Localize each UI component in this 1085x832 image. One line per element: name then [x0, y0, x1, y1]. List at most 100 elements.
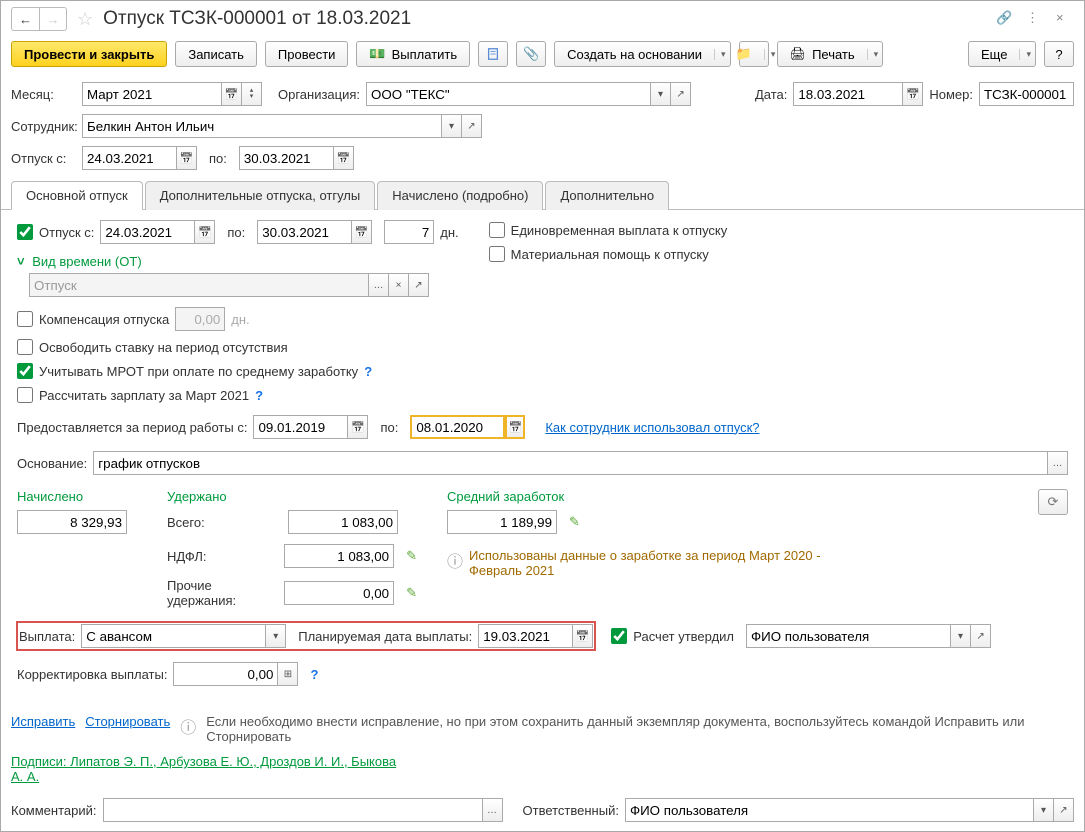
date-calendar-button[interactable] [903, 82, 923, 106]
compensation-days-unit: дн. [231, 312, 249, 327]
calc-salary-help-icon[interactable]: ? [255, 388, 263, 403]
number-input[interactable] [979, 82, 1074, 106]
tab-main-vacation[interactable]: Основной отпуск [11, 181, 143, 210]
kebab-menu-icon[interactable]: ⋮ [1026, 10, 1044, 28]
tab-accrued-detailed[interactable]: Начислено (подробно) [377, 181, 543, 210]
planned-date-cal[interactable] [573, 624, 593, 648]
favorite-star-icon[interactable]: ☆ [77, 9, 93, 30]
month-input[interactable] [82, 82, 222, 106]
tab-additional[interactable]: Дополнительно [545, 181, 669, 210]
close-icon[interactable]: × [1056, 10, 1074, 28]
storno-link[interactable]: Сторнировать [85, 714, 170, 729]
free-rate-checkbox[interactable] [17, 339, 33, 355]
approver-input[interactable] [746, 624, 951, 648]
fix-link[interactable]: Исправить [11, 714, 75, 729]
attachment-icon-button[interactable]: 📎 [516, 41, 546, 67]
link-icon[interactable]: 🔗 [996, 10, 1014, 28]
time-kind-select-button[interactable]: … [369, 273, 389, 297]
ndfl-edit-icon[interactable] [406, 548, 417, 564]
vac-from-calendar-button[interactable] [177, 146, 197, 170]
main-vac-from-input[interactable] [100, 220, 195, 244]
payout-correction-help[interactable]: ? [310, 667, 318, 682]
org-dropdown-button[interactable]: ▾ [651, 82, 671, 106]
material-help-checkbox[interactable] [489, 246, 505, 262]
avg-earnings-input[interactable] [447, 510, 557, 534]
basis-select-button[interactable]: … [1048, 451, 1068, 475]
onetime-payment-checkbox[interactable] [489, 222, 505, 238]
vac-to-calendar-button[interactable] [334, 146, 354, 170]
responsible-open[interactable]: ↗ [1054, 798, 1074, 822]
help-button[interactable]: ? [1044, 41, 1074, 67]
period-from-input[interactable] [253, 415, 348, 439]
responsible-dropdown[interactable]: ▾ [1034, 798, 1054, 822]
withheld-total-input[interactable] [288, 510, 398, 534]
main-vac-from-cal[interactable] [195, 220, 215, 244]
print-button[interactable]: 🖨Печать [777, 41, 884, 67]
document-icon-button[interactable] [478, 41, 508, 67]
withheld-total-label: Всего: [167, 515, 282, 530]
responsible-input[interactable] [625, 798, 1034, 822]
ndfl-label: НДФЛ: [167, 549, 278, 564]
calc-approved-checkbox[interactable] [611, 628, 627, 644]
employee-dropdown-button[interactable]: ▾ [442, 114, 462, 138]
payout-correction-input[interactable] [173, 662, 278, 686]
basis-input[interactable] [93, 451, 1048, 475]
other-edit-icon[interactable] [406, 585, 417, 601]
save-button[interactable]: Записать [175, 41, 257, 67]
org-open-button[interactable]: ↗ [671, 82, 691, 106]
approver-open[interactable]: ↗ [971, 624, 991, 648]
post-and-close-button[interactable]: Провести и закрыть [11, 41, 167, 67]
period-from-cal[interactable] [348, 415, 368, 439]
avg-edit-icon[interactable] [569, 514, 580, 530]
calc-approved-label: Расчет утвердил [633, 629, 734, 644]
days-input[interactable] [384, 220, 434, 244]
date-input[interactable] [793, 82, 903, 106]
time-kind-open-button[interactable]: ↗ [409, 273, 429, 297]
pay-button[interactable]: 💵Выплатить [356, 41, 470, 67]
period-to-input[interactable] [410, 415, 505, 439]
planned-date-input[interactable] [478, 624, 573, 648]
compensation-days-input[interactable] [175, 307, 225, 331]
nav-back-button[interactable]: ← [11, 7, 39, 31]
payout-correction-calc-button[interactable]: ⊞ [278, 662, 298, 686]
month-calendar-button[interactable] [222, 82, 242, 106]
ndfl-input[interactable] [284, 544, 394, 568]
mrot-checkbox[interactable] [17, 363, 33, 379]
vac-from-input[interactable] [82, 146, 177, 170]
payout-mode-input[interactable] [81, 624, 266, 648]
time-kind-input[interactable] [29, 273, 369, 297]
calc-salary-checkbox[interactable] [17, 387, 33, 403]
refresh-button[interactable] [1038, 489, 1068, 515]
comment-input[interactable] [103, 798, 483, 822]
tab-additional-vacations[interactable]: Дополнительные отпуска, отгулы [145, 181, 376, 210]
calc-salary-label: Рассчитать зарплату за Март 2021 [39, 388, 249, 403]
post-button[interactable]: Провести [265, 41, 349, 67]
period-to-cal[interactable] [505, 415, 525, 439]
vacation-checkbox[interactable] [17, 224, 33, 240]
vac-to-input[interactable] [239, 146, 334, 170]
work-period-label: Предоставляется за период работы с: [17, 420, 247, 435]
payout-mode-dropdown[interactable]: ▾ [266, 624, 286, 648]
number-label: Номер: [929, 87, 973, 102]
org-input[interactable] [366, 82, 651, 106]
employee-open-button[interactable]: ↗ [462, 114, 482, 138]
nav-forward-button[interactable]: → [39, 7, 67, 31]
folder-action-button[interactable]: 📁 [739, 41, 769, 67]
approver-dropdown[interactable]: ▾ [951, 624, 971, 648]
signatures-link[interactable]: Подписи: Липатов Э. П., Арбузова Е. Ю., … [11, 754, 411, 784]
compensation-checkbox[interactable] [17, 311, 33, 327]
time-kind-toggle[interactable]: Вид времени (ОТ) [17, 250, 459, 273]
onetime-payment-label: Единовременная выплата к отпуску [511, 223, 728, 238]
comment-select-button[interactable]: … [483, 798, 503, 822]
how-used-link[interactable]: Как сотрудник использовал отпуск? [545, 420, 759, 435]
month-spinner-button[interactable]: ▴▾ [242, 82, 262, 106]
time-kind-clear-button[interactable]: × [389, 273, 409, 297]
main-vac-to-cal[interactable] [352, 220, 372, 244]
main-vac-to-input[interactable] [257, 220, 352, 244]
mrot-help-icon[interactable]: ? [364, 364, 372, 379]
accrued-input[interactable] [17, 510, 127, 534]
more-button[interactable]: Еще [968, 41, 1036, 67]
create-based-on-button[interactable]: Создать на основании [554, 41, 730, 67]
employee-input[interactable] [82, 114, 442, 138]
other-withheld-input[interactable] [284, 581, 394, 605]
